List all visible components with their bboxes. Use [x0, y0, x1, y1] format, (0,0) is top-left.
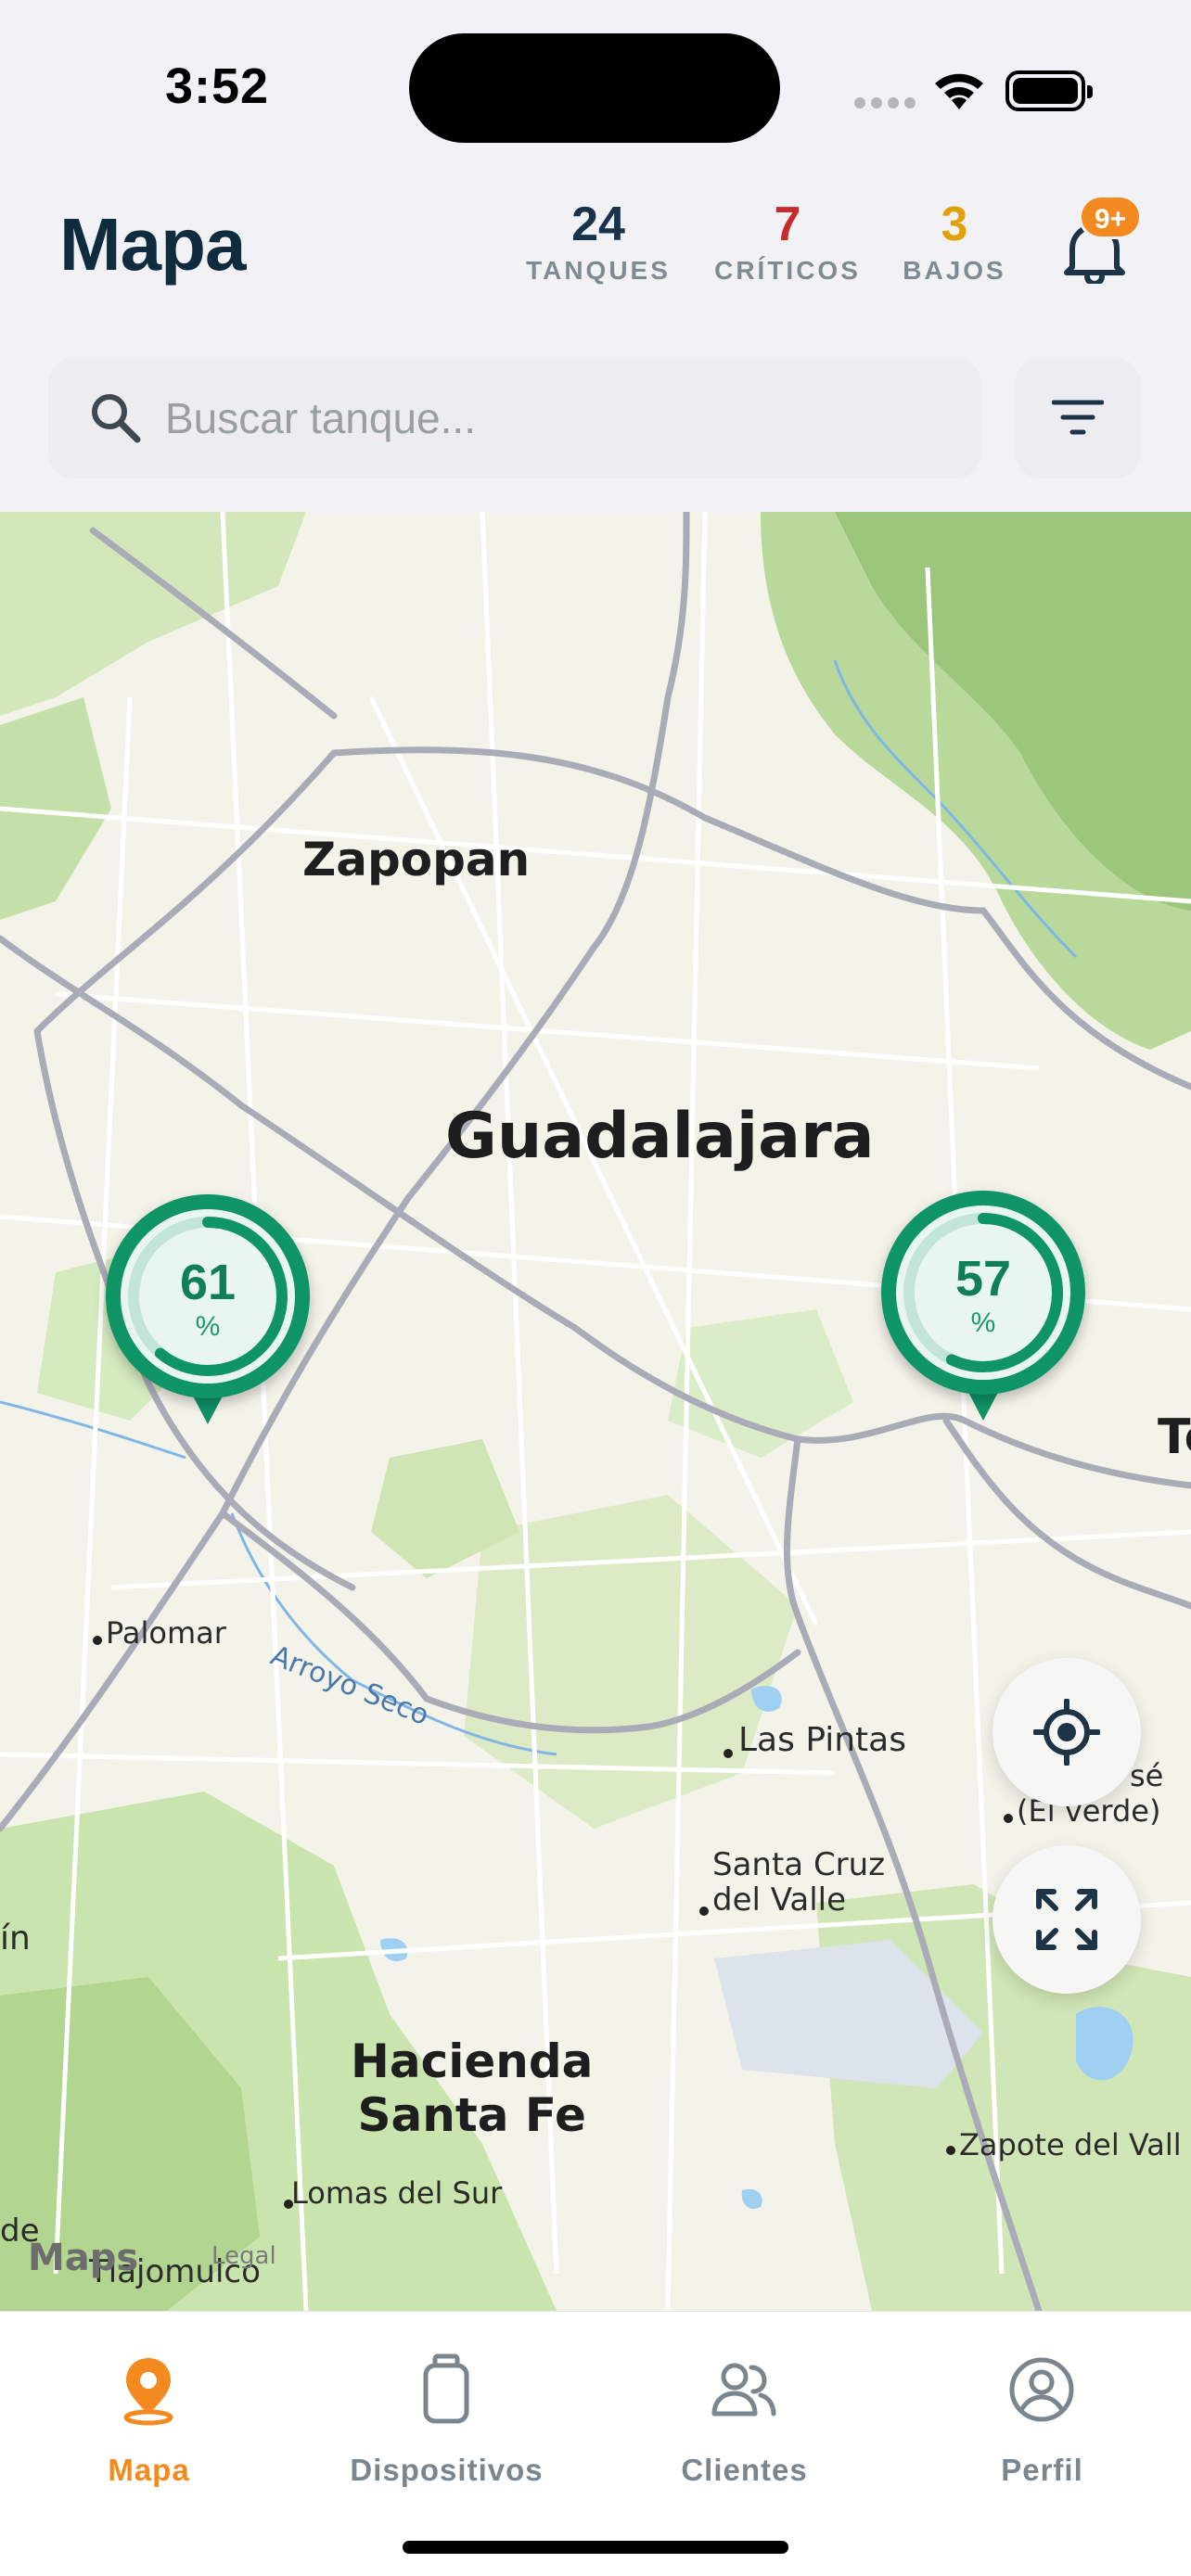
tab-label: Mapa [108, 2453, 190, 2487]
tab-dispositivos[interactable]: Dispositivos [298, 2312, 596, 2497]
search-bar[interactable] [48, 358, 981, 478]
tank-level-value: 61 [179, 1255, 237, 1310]
tank-level-value: 57 [954, 1251, 1012, 1307]
map-label-lomas-del-sur: Lomas del Sur [291, 2175, 503, 2211]
stat-bajos-value: 3 [941, 198, 968, 251]
expand-icon [1036, 1889, 1097, 1950]
map-pin-icon [123, 2358, 173, 2426]
profile-icon [1009, 2357, 1074, 2422]
map-label-palomar: Palomar [106, 1615, 226, 1651]
wifi-icon [935, 73, 983, 109]
users-icon [711, 2363, 776, 2417]
gas-tank-icon [423, 2353, 469, 2424]
status-bar: 3:52 [0, 0, 1191, 176]
page-title: Mapa [59, 203, 246, 286]
tab-mapa[interactable]: Mapa [0, 2312, 298, 2497]
legal-link[interactable]: Legal [211, 2242, 276, 2270]
maps-attribution: Maps [28, 2237, 139, 2279]
tab-bar: Mapa Dispositivos Clientes Perfil [0, 2311, 1191, 2576]
map-label-santa-cruz-line1: Santa Cruz [712, 1846, 886, 1883]
place-dot [93, 1636, 102, 1645]
tab-label: Clientes [681, 2453, 808, 2487]
place-dot [946, 2146, 955, 2155]
tank-marker[interactable]: 61 % [106, 1194, 310, 1435]
home-indicator [403, 2541, 788, 2554]
stat-tanques-label: TANQUES [526, 256, 671, 285]
tank-level-unit: % [970, 1307, 996, 1338]
stat-tanques-value: 24 [571, 198, 625, 251]
map-label-hacienda-santa-fe: Hacienda Santa Fe [351, 2034, 593, 2142]
tank-level-unit: % [195, 1311, 221, 1342]
map-label-in: ín [0, 1919, 31, 1958]
map-label-guadalajara: Guadalajara [445, 1100, 875, 1173]
battery-icon [1005, 70, 1093, 111]
map-label-hacienda-line1: Hacienda [351, 2034, 594, 2088]
map-label-santa-cruz: Santa Cruz del Valle [712, 1847, 885, 1918]
tab-label: Dispositivos [350, 2453, 544, 2487]
place-dot [699, 1906, 709, 1916]
place-dot [1004, 1814, 1013, 1823]
map-view[interactable]: Zapopan Guadalajara Palomar Arroyo Seco … [0, 512, 1191, 2311]
tab-perfil[interactable]: Perfil [893, 2312, 1191, 2497]
cellular-signal-icon [854, 96, 921, 113]
filter-icon [1052, 400, 1104, 435]
status-time: 3:52 [165, 58, 270, 114]
map-label-las-pintas: Las Pintas [738, 1721, 906, 1759]
stat-bajos-label: BAJOS [903, 256, 1006, 285]
map-label-santa-cruz-line2: del Valle [712, 1881, 847, 1919]
stat-criticos[interactable]: 7 CRÍTICOS [707, 197, 868, 286]
tab-label: Perfil [1001, 2453, 1083, 2487]
map-label-zapote: Zapote del Vall [959, 2127, 1182, 2162]
fit-all-button[interactable] [992, 1845, 1141, 1994]
map-label-to: To [1158, 1409, 1191, 1465]
stat-criticos-label: CRÍTICOS [714, 256, 861, 285]
filter-button[interactable] [1015, 358, 1141, 478]
locate-me-button[interactable] [992, 1658, 1141, 1806]
map-label-jose: sé [1130, 1758, 1164, 1793]
place-dot [724, 1749, 733, 1758]
stat-bajos[interactable]: 3 BAJOS [896, 197, 1013, 286]
tab-clientes[interactable]: Clientes [596, 2312, 893, 2497]
dynamic-island [409, 33, 780, 143]
crosshair-icon [1033, 1699, 1100, 1766]
tank-marker[interactable]: 57 % [881, 1191, 1085, 1432]
stat-criticos-value: 7 [774, 198, 801, 251]
search-icon [92, 394, 141, 443]
map-label-zapopan: Zapopan [302, 833, 531, 886]
search-input[interactable] [165, 389, 944, 447]
notification-badge: 9+ [1079, 195, 1142, 239]
stat-tanques[interactable]: 24 TANQUES [519, 197, 677, 286]
map-label-hacienda-line2: Santa Fe [357, 2088, 586, 2142]
